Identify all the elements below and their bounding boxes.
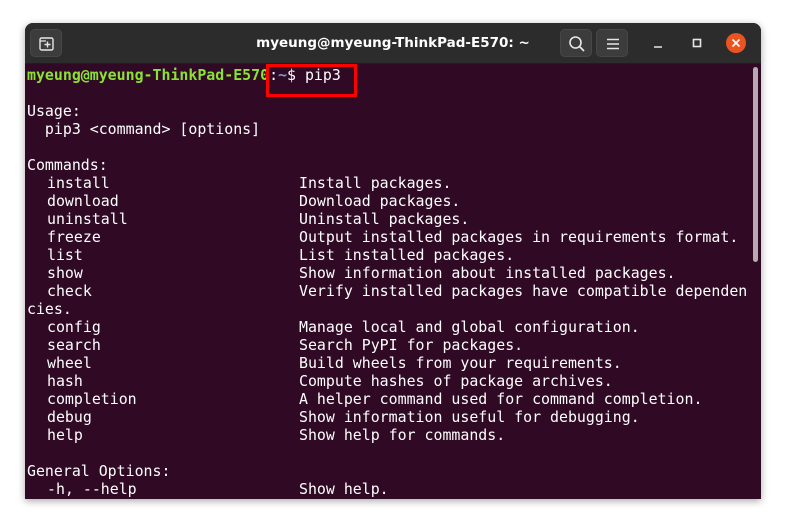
command-row: debug Show information useful for debuggi… <box>27 408 747 426</box>
usage-line: pip3 <command> [options] <box>27 120 261 138</box>
command-name: wheel <box>47 354 92 372</box>
command-row: list List installed packages. <box>27 246 747 264</box>
command-name: uninstall <box>47 210 128 228</box>
command-row: -h, --help Show help. <box>27 480 747 498</box>
command-name: install <box>47 174 110 192</box>
command-name: download <box>47 192 119 210</box>
command-row: freeze Output installed packages in requi… <box>27 228 747 246</box>
general-options-header: General Options: <box>27 462 171 480</box>
commands-header: Commands: <box>27 156 108 174</box>
close-button[interactable] <box>725 32 747 54</box>
command-row: help Show help for commands. <box>27 426 747 444</box>
minimize-icon <box>654 46 662 48</box>
wrapped-continuation: cies. <box>27 300 72 318</box>
command-description: Uninstall packages. <box>299 210 470 228</box>
command-description: Download packages. <box>299 192 461 210</box>
terminal-output[interactable]: myeung@myeung-ThinkPad-E570:~$ pip3 Usag… <box>25 64 750 499</box>
annotation-highlight-box <box>266 64 357 97</box>
command-description: Show information useful for debugging. <box>299 408 640 426</box>
command-description: Install packages. <box>299 174 452 192</box>
command-row: check Verify installed packages have comp… <box>27 282 747 300</box>
minimize-button[interactable] <box>647 32 669 54</box>
command-description: Compute hashes of package archives. <box>299 372 613 390</box>
command-row: uninstall Uninstall packages. <box>27 210 747 228</box>
command-name: check <box>47 282 92 300</box>
command-name: completion <box>47 390 137 408</box>
command-description: Show help. <box>299 480 389 498</box>
command-description: A helper command used for command comple… <box>299 390 703 408</box>
command-description: Verify installed packages have compatibl… <box>299 282 748 300</box>
command-description: List installed packages. <box>299 246 515 264</box>
command-row: search Search PyPI for packages. <box>27 336 747 354</box>
command-name: freeze <box>47 228 101 246</box>
maximize-icon <box>692 38 702 48</box>
command-row: install Install packages. <box>27 174 747 192</box>
command-description: Output installed packages in requirement… <box>299 228 739 246</box>
command-description: Show help for commands. <box>299 426 506 444</box>
scrollbar-thumb[interactable] <box>753 67 758 262</box>
command-description: Search PyPI for packages. <box>299 336 524 354</box>
command-name: list <box>47 246 83 264</box>
menu-button[interactable] <box>596 29 628 57</box>
command-description: Manage local and global configuration. <box>299 318 640 336</box>
command-row: hash Compute hashes of package archives. <box>27 372 747 390</box>
command-name: search <box>47 336 101 354</box>
command-row: download Download packages. <box>27 192 747 210</box>
terminal-window: myeung@myeung-ThinkPad-E570: ~ myeung@my… <box>25 23 761 499</box>
maximize-button[interactable] <box>686 32 708 54</box>
usage-header: Usage: <box>27 102 81 120</box>
search-icon <box>569 36 585 52</box>
close-icon <box>726 33 746 53</box>
command-description: Build wheels from your requirements. <box>299 354 622 372</box>
command-name: show <box>47 264 83 282</box>
command-name: config <box>47 318 101 336</box>
prompt-user: myeung@myeung-ThinkPad-E570 <box>27 66 270 84</box>
command-row: show Show information about installed pac… <box>27 264 747 282</box>
command-row: completion A helper command used for comm… <box>27 390 747 408</box>
command-name: hash <box>47 372 83 390</box>
title-bar[interactable]: myeung@myeung-ThinkPad-E570: ~ <box>25 23 761 64</box>
command-name: -h, --help <box>47 480 137 498</box>
command-description: Show information about installed package… <box>299 264 676 282</box>
command-name: help <box>47 426 83 444</box>
command-row: wheel Build wheels from your requirements… <box>27 354 747 372</box>
command-name: debug <box>47 408 92 426</box>
command-row: config Manage local and global configurat… <box>27 318 747 336</box>
hamburger-menu-icon <box>607 38 619 50</box>
search-button[interactable] <box>560 29 592 57</box>
